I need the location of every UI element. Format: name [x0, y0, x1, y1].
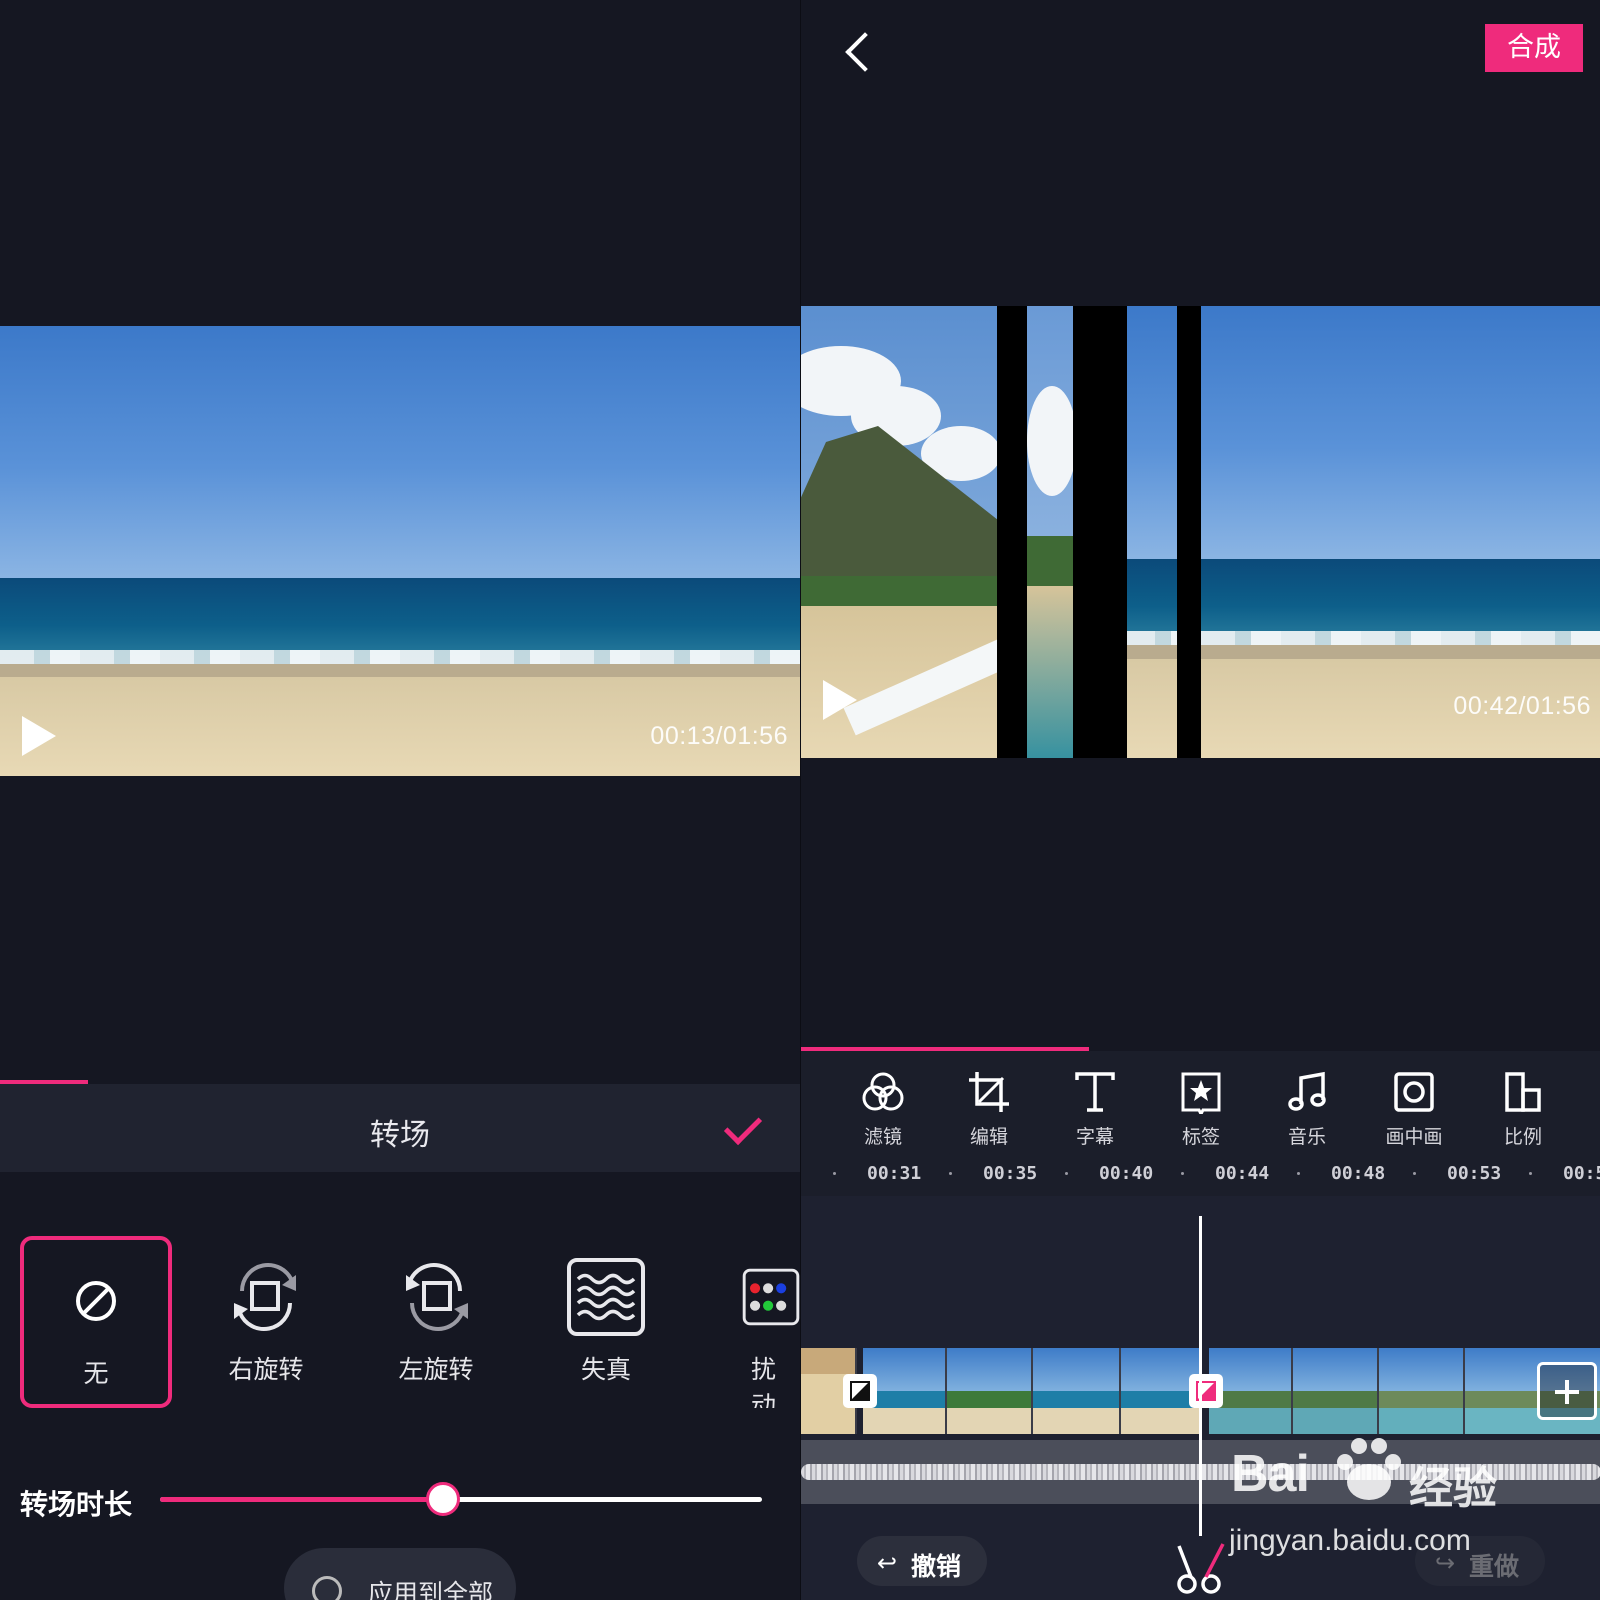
- clip-thumbnail[interactable]: [947, 1348, 1033, 1434]
- transition-label: 无: [83, 1359, 109, 1388]
- tool-label: 比例: [1503, 1126, 1542, 1148]
- tool-filter[interactable]: 滤镜: [843, 1068, 923, 1149]
- duration-label: 转场时长: [20, 1488, 133, 1521]
- tool-sticker[interactable]: 标签: [1161, 1068, 1241, 1149]
- transition-sheet-header: 转场: [0, 1084, 800, 1172]
- ruler-time: 00:31: [867, 1163, 922, 1184]
- watermark-url: jingyan.baidu.com: [1229, 1524, 1471, 1557]
- chevron-left-icon[interactable]: [845, 32, 885, 72]
- watermark-brand: Bai: [1231, 1445, 1310, 1503]
- tool-music[interactable]: 音乐: [1267, 1068, 1347, 1149]
- clip-thumbnail[interactable]: [1379, 1348, 1465, 1434]
- transition-none[interactable]: 无: [20, 1236, 172, 1408]
- undo-icon: ↩: [877, 1549, 898, 1577]
- transition-gap: [1073, 306, 1127, 758]
- disturbance-icon: [700, 1254, 800, 1340]
- transition-marker-icon[interactable]: [843, 1374, 877, 1408]
- video-editor-screen: 合成 00:42/01:56 滤镜 编辑 字幕 标签 音乐 画中画 比例 00:…: [800, 0, 1600, 1600]
- tool-label: 字幕: [1075, 1126, 1114, 1148]
- playback-time: 00:42/01:56: [1453, 692, 1591, 720]
- text-icon: [1055, 1068, 1135, 1116]
- transition-label: 右旋转: [228, 1355, 304, 1384]
- tool-ratio[interactable]: 比例: [1483, 1068, 1563, 1149]
- add-clip-button[interactable]: [1537, 1362, 1597, 1420]
- no-transition-icon: [24, 1258, 168, 1344]
- ruler-time: 00:53: [1447, 1163, 1502, 1184]
- transition-editor-screen: 00:13/01:56 转场 无 右旋转 左旋转 失真 扰动 转场时长 应用到全…: [0, 0, 800, 1600]
- transition-gap: [997, 306, 1027, 758]
- transition-rotate-right[interactable]: 右旋转: [190, 1236, 342, 1408]
- tool-subtitle[interactable]: 字幕: [1055, 1068, 1135, 1149]
- transition-label: 左旋转: [398, 1355, 474, 1384]
- transition-label: 扰动: [751, 1355, 777, 1408]
- transition-rotate-left[interactable]: 左旋转: [360, 1236, 512, 1408]
- filter-icon: [843, 1068, 923, 1116]
- redo-label: 重做: [1469, 1552, 1520, 1581]
- transition-disturbance[interactable]: 扰动: [700, 1236, 800, 1408]
- crop-icon: [949, 1068, 1029, 1116]
- transition-frame-middle: [1027, 306, 1073, 758]
- distortion-icon: [530, 1254, 682, 1340]
- transition-distortion[interactable]: 失真: [530, 1236, 682, 1408]
- tool-label: 标签: [1181, 1126, 1220, 1148]
- radio-icon[interactable]: [312, 1576, 342, 1600]
- ratio-icon: [1483, 1068, 1563, 1116]
- ruler-time: 00:35: [983, 1163, 1038, 1184]
- paw-icon: [1331, 1434, 1407, 1508]
- tool-edit[interactable]: 编辑: [949, 1068, 1029, 1149]
- rotate-left-icon: [360, 1254, 512, 1340]
- tool-label: 滤镜: [863, 1126, 902, 1148]
- playback-time: 00:13/01:56: [650, 722, 788, 750]
- tool-label: 画中画: [1385, 1126, 1443, 1148]
- transition-label: 失真: [580, 1355, 631, 1384]
- video-preview[interactable]: 00:42/01:56: [801, 306, 1600, 758]
- play-icon[interactable]: [22, 716, 56, 756]
- sticker-icon: [1161, 1068, 1241, 1116]
- play-icon[interactable]: [823, 680, 857, 720]
- ruler-time: 00:44: [1215, 1163, 1270, 1184]
- rotate-right-icon: [190, 1254, 342, 1340]
- transition-marker-active-icon[interactable]: [1189, 1374, 1223, 1408]
- playhead[interactable]: [1199, 1216, 1202, 1536]
- ruler-time: 00:48: [1331, 1163, 1386, 1184]
- music-icon: [1267, 1068, 1347, 1116]
- transition-gap: [1177, 306, 1201, 758]
- scissors-icon[interactable]: [1173, 1540, 1229, 1600]
- video-preview[interactable]: 00:13/01:56: [0, 326, 800, 776]
- ruler-time: 00:5: [1563, 1163, 1600, 1184]
- pip-icon: [1374, 1068, 1454, 1116]
- undo-button[interactable]: ↩ 撤销: [857, 1536, 987, 1586]
- apply-all-button[interactable]: 应用到全部: [284, 1548, 516, 1600]
- tool-label: 音乐: [1287, 1126, 1326, 1148]
- watermark-cn: 经验: [1409, 1463, 1497, 1514]
- clip-thumbnail[interactable]: [1293, 1348, 1379, 1434]
- apply-all-label: 应用到全部: [368, 1579, 494, 1600]
- tool-pip[interactable]: 画中画: [1374, 1068, 1454, 1149]
- duration-slider-knob[interactable]: [425, 1482, 460, 1516]
- sheet-title: 转场: [370, 1118, 430, 1153]
- duration-slider-fill: [160, 1497, 443, 1502]
- clip-thumbnail[interactable]: [1033, 1348, 1121, 1434]
- undo-label: 撤销: [911, 1552, 962, 1581]
- ruler-time: 00:40: [1099, 1163, 1154, 1184]
- compose-button[interactable]: 合成: [1485, 24, 1583, 72]
- tool-label: 编辑: [969, 1126, 1008, 1148]
